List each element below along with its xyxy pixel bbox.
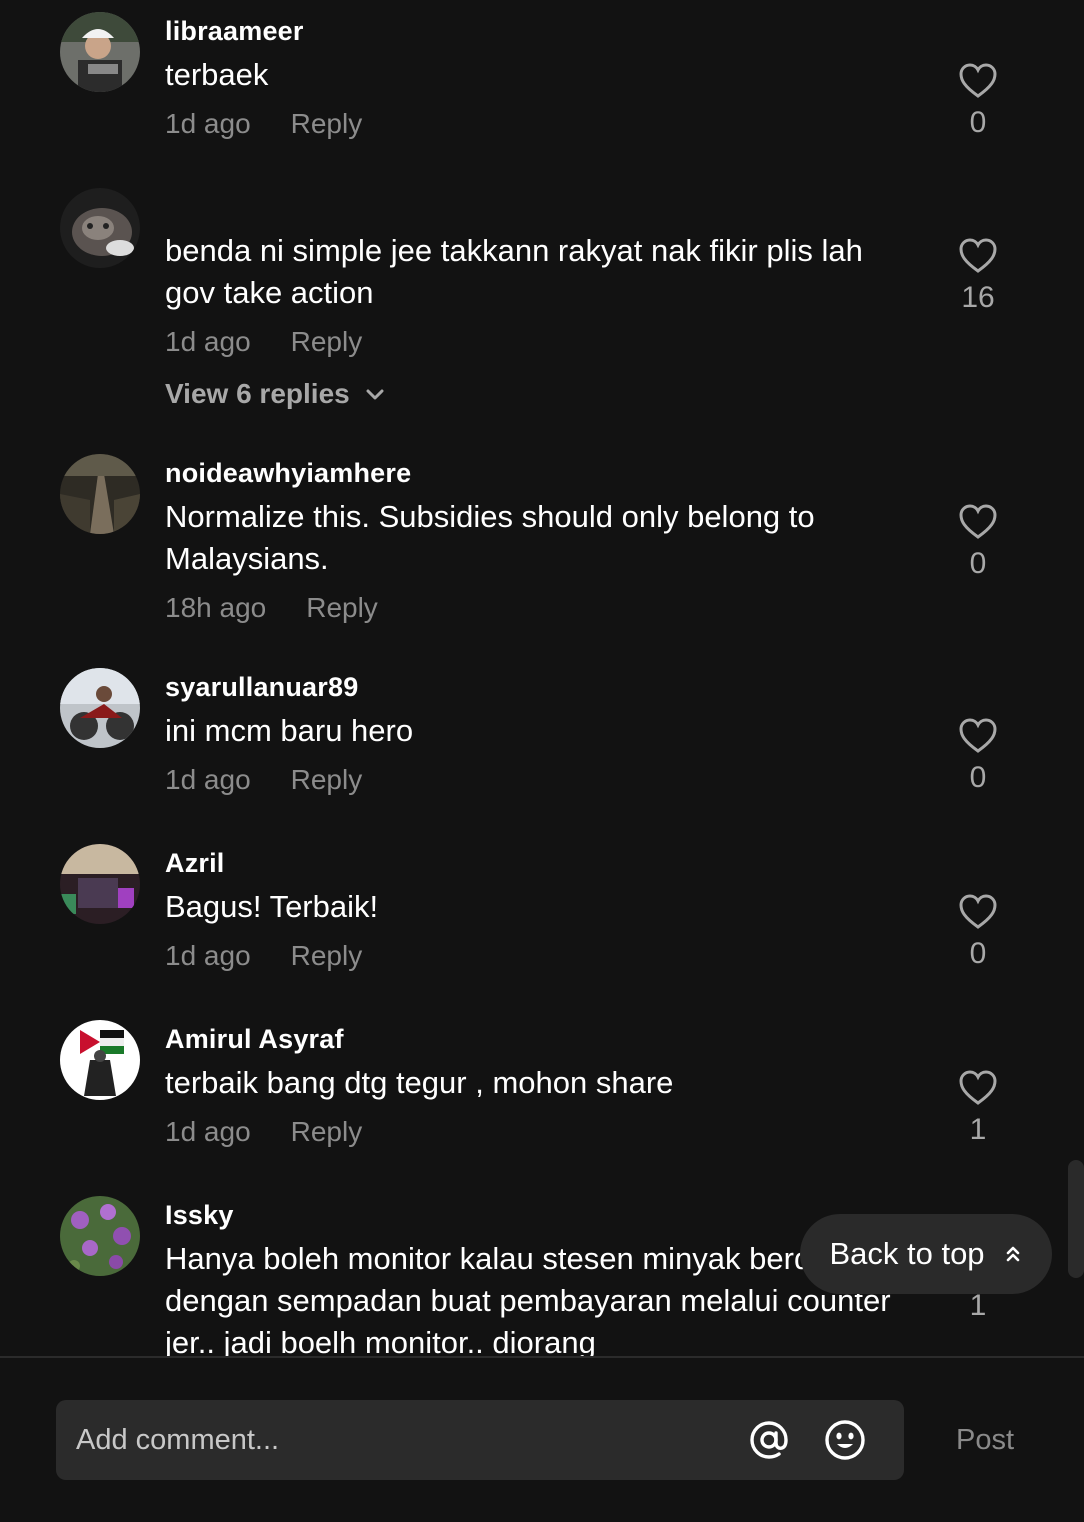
comment-meta: 1d ago Reply	[165, 326, 362, 358]
comment-meta: 1d ago Reply	[165, 940, 362, 972]
like-count: 0	[969, 761, 987, 794]
comment-username[interactable]: noideawhyiamhere	[165, 458, 411, 489]
scrollbar-thumb[interactable]	[1068, 1160, 1084, 1278]
avatar[interactable]	[60, 454, 140, 534]
view-replies-button[interactable]: View 6 replies	[165, 378, 386, 410]
comment-meta: 1d ago Reply	[165, 764, 362, 796]
comment-meta: 1d ago Reply	[165, 1116, 362, 1148]
comment-time: 1d ago	[165, 1116, 251, 1147]
comment-input[interactable]	[76, 1400, 716, 1480]
like-count: 0	[969, 547, 987, 580]
like-button[interactable]: 0	[948, 503, 1008, 581]
back-to-top-label: Back to top	[829, 1236, 985, 1271]
comment-time: 1d ago	[165, 764, 251, 795]
heart-icon	[959, 894, 997, 929]
at-sign-icon[interactable]	[748, 1419, 790, 1461]
comment-list: libraameer terbaek 1d ago Reply 0 benda …	[0, 0, 1084, 1356]
reply-button[interactable]: Reply	[291, 940, 363, 972]
comment-meta: 1d ago Reply	[165, 108, 362, 140]
heart-icon	[959, 1070, 997, 1105]
reply-button[interactable]: Reply	[291, 1116, 363, 1148]
post-button[interactable]: Post	[956, 1424, 1014, 1457]
comment-text: Bagus! Terbaik!	[165, 889, 379, 924]
avatar[interactable]	[60, 844, 140, 924]
reply-button[interactable]: Reply	[291, 764, 363, 796]
comment-username[interactable]: Amirul Asyraf	[165, 1024, 344, 1055]
comment-username[interactable]: syarullanuar89	[165, 672, 358, 703]
smiley-icon[interactable]	[824, 1419, 866, 1461]
comment-composer: Post	[0, 1358, 1084, 1522]
comment-text: terbaek	[165, 57, 269, 92]
comments-page: libraameer terbaek 1d ago Reply 0 benda …	[0, 0, 1084, 1522]
view-replies-label: View 6 replies	[165, 378, 350, 409]
comment-input-container[interactable]	[56, 1400, 904, 1480]
comment-text: Normalize this. Subsidies should only be…	[165, 499, 815, 576]
like-button[interactable]: 1	[948, 1069, 1008, 1147]
heart-icon	[959, 63, 997, 98]
comment-time: 1d ago	[165, 326, 251, 357]
like-count: 1	[969, 1113, 987, 1146]
like-count: 1	[969, 1289, 987, 1322]
like-button[interactable]: 0	[948, 62, 1008, 140]
like-count: 0	[969, 106, 987, 139]
double-chevron-up-icon	[1006, 1246, 1019, 1262]
reply-button[interactable]: Reply	[291, 326, 363, 358]
comment-username[interactable]: Azril	[165, 848, 225, 879]
comment-text: terbaik bang dtg tegur , mohon share	[165, 1065, 674, 1100]
avatar[interactable]	[60, 1020, 140, 1100]
comment-text: benda ni simple jee takkann rakyat nak f…	[165, 233, 863, 310]
reply-button[interactable]: Reply	[291, 108, 363, 140]
heart-icon	[959, 238, 997, 273]
like-count: 16	[961, 281, 995, 314]
comment-text: ini mcm baru hero	[165, 713, 414, 748]
reply-button[interactable]: Reply	[306, 592, 378, 624]
like-button[interactable]: 0	[948, 717, 1008, 795]
like-count: 0	[969, 937, 987, 970]
heart-icon	[959, 718, 997, 753]
comment-meta: 18h ago Reply	[165, 592, 378, 624]
comment-username[interactable]: Issky	[165, 1200, 234, 1231]
like-button[interactable]: 0	[948, 893, 1008, 971]
comment-time: 1d ago	[165, 108, 251, 139]
avatar[interactable]	[60, 12, 140, 92]
avatar[interactable]	[60, 188, 140, 268]
like-button[interactable]: 16	[948, 237, 1008, 315]
avatar[interactable]	[60, 1196, 140, 1276]
comment-username[interactable]: libraameer	[165, 16, 304, 47]
avatar[interactable]	[60, 668, 140, 748]
comment-time: 18h ago	[165, 592, 267, 623]
heart-icon	[959, 504, 997, 539]
comment-time: 1d ago	[165, 940, 251, 971]
back-to-top-button[interactable]: Back to top	[800, 1214, 1052, 1294]
chevron-down-icon	[366, 389, 384, 400]
